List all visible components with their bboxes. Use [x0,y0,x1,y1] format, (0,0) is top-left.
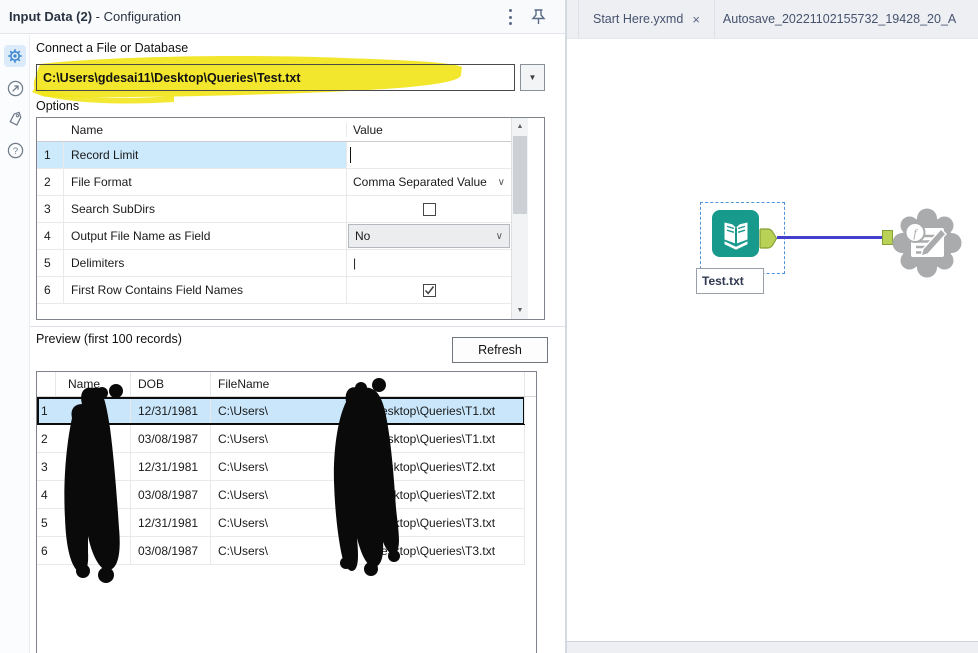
chevron-down-icon: ∨ [496,231,503,242]
tool-annotation-label[interactable]: Test.txt [696,268,764,294]
preview-row-2[interactable]: 2 03/08/1987 C:\Users\\Desktop\Queries\T… [37,425,525,453]
output-filename-combobox[interactable]: No∨ [348,224,510,248]
option-row-file-format[interactable]: 2 File Format Comma Separated Value∨ [37,169,511,196]
preview-label: Preview (first 100 records) [36,332,182,346]
tag-icon[interactable] [4,108,26,130]
canvas-bottom-strip [567,641,978,653]
help-icon[interactable]: ? [4,139,26,161]
option-row-delimiters[interactable]: 5 Delimiters | [37,250,511,277]
preview-row-6[interactable]: 6 03/08/1987 C:\Users\\Desktop\Queries\T… [37,537,525,565]
document-tab-bar: Start Here.yxmd × Autosave_2022110215573… [567,0,978,38]
refresh-button[interactable]: Refresh [452,337,548,363]
config-sidebar: ? [0,35,30,653]
chevron-down-icon: ∨ [498,177,505,188]
close-tab-icon[interactable]: × [692,12,700,27]
tab-autosave[interactable]: Autosave_20221102155732_19428_20_A [715,0,978,38]
panel-title: Input Data (2) - Configuration [0,9,181,24]
options-col-value: Value [347,123,511,137]
panel-title-rest: - Configuration [92,9,181,24]
tab-start-here[interactable]: Start Here.yxmd × [578,0,715,38]
configuration-panel-header: Input Data (2) - Configuration [0,0,565,34]
file-path-dropdown-button[interactable]: ▼ [520,64,545,91]
delimiters-value-cell[interactable]: | [347,250,511,276]
dropdown-arrow-icon: ▼ [529,73,537,82]
record-limit-value-cell[interactable] [347,142,511,168]
redacted-name-cell [56,537,131,564]
file-path-input[interactable] [36,64,515,91]
svg-text:?: ? [12,145,17,156]
output-anchor[interactable] [759,228,778,249]
preview-table: Name DOB FileName 1 12/31/1981 C:\Users\… [36,371,537,653]
open-book-icon [716,214,756,254]
navigate-icon[interactable] [4,77,26,99]
browse-tool-icon[interactable]: f [890,206,964,280]
text-caret [350,147,351,163]
workflow-canvas[interactable]: f Test.txt [567,38,978,641]
options-table: Name Value 1 Record Limit 2 File Format … [36,117,545,320]
scroll-down-icon[interactable]: ▼ [512,302,528,319]
preview-row-1[interactable]: 1 12/31/1981 C:\Users\\Desktop\Queries\T… [37,397,525,425]
scroll-up-icon[interactable]: ▲ [512,118,528,135]
redacted-name-cell [56,453,131,480]
option-row-search-subdirs[interactable]: 3 Search SubDirs [37,196,511,223]
preview-row-4[interactable]: 4 03/08/1987 C:\Users\\Desktop\Queries\T… [37,481,525,509]
kebab-menu-icon[interactable] [505,9,515,25]
connection-wire[interactable] [777,236,882,239]
redacted-name-cell [56,397,131,424]
input-data-tool[interactable] [712,210,759,257]
preview-col-name: Name [56,372,131,396]
redacted-name-cell [56,509,131,536]
panel-splitter [30,326,565,327]
search-subdirs-checkbox[interactable] [423,203,436,216]
options-label: Options [36,99,79,113]
preview-col-filename: FileName [211,372,525,396]
redacted-name-cell [56,481,131,508]
options-scrollbar[interactable]: ▲ ▼ [511,118,528,319]
option-row-first-row-names[interactable]: 6 First Row Contains Field Names [37,277,511,304]
option-row-output-filename[interactable]: 4 Output File Name as Field No∨ [37,223,511,250]
scrollbar-thumb[interactable] [513,136,527,214]
first-row-names-checkbox[interactable] [423,284,436,297]
pin-icon[interactable] [530,8,547,31]
connect-file-label: Connect a File or Database [36,41,188,55]
gear-icon[interactable] [4,45,26,67]
options-table-header: Name Value [37,118,511,142]
alteryx-designer-window: Input Data (2) - Configuration ? Connect… [0,0,978,653]
preview-col-dob: DOB [131,372,211,396]
panel-title-bold: Input Data (2) [9,9,92,24]
preview-table-header: Name DOB FileName [37,372,536,397]
options-col-name: Name [64,123,347,137]
option-row-record-limit[interactable]: 1 Record Limit [37,142,511,169]
preview-row-5[interactable]: 5 12/31/1981 C:\Users\\Desktop\Queries\T… [37,509,525,537]
redacted-name-cell [56,425,131,452]
file-format-combobox[interactable]: Comma Separated Value∨ [347,169,511,195]
preview-row-3[interactable]: 3 12/31/1981 C:\Users\\Desktop\Queries\T… [37,453,525,481]
